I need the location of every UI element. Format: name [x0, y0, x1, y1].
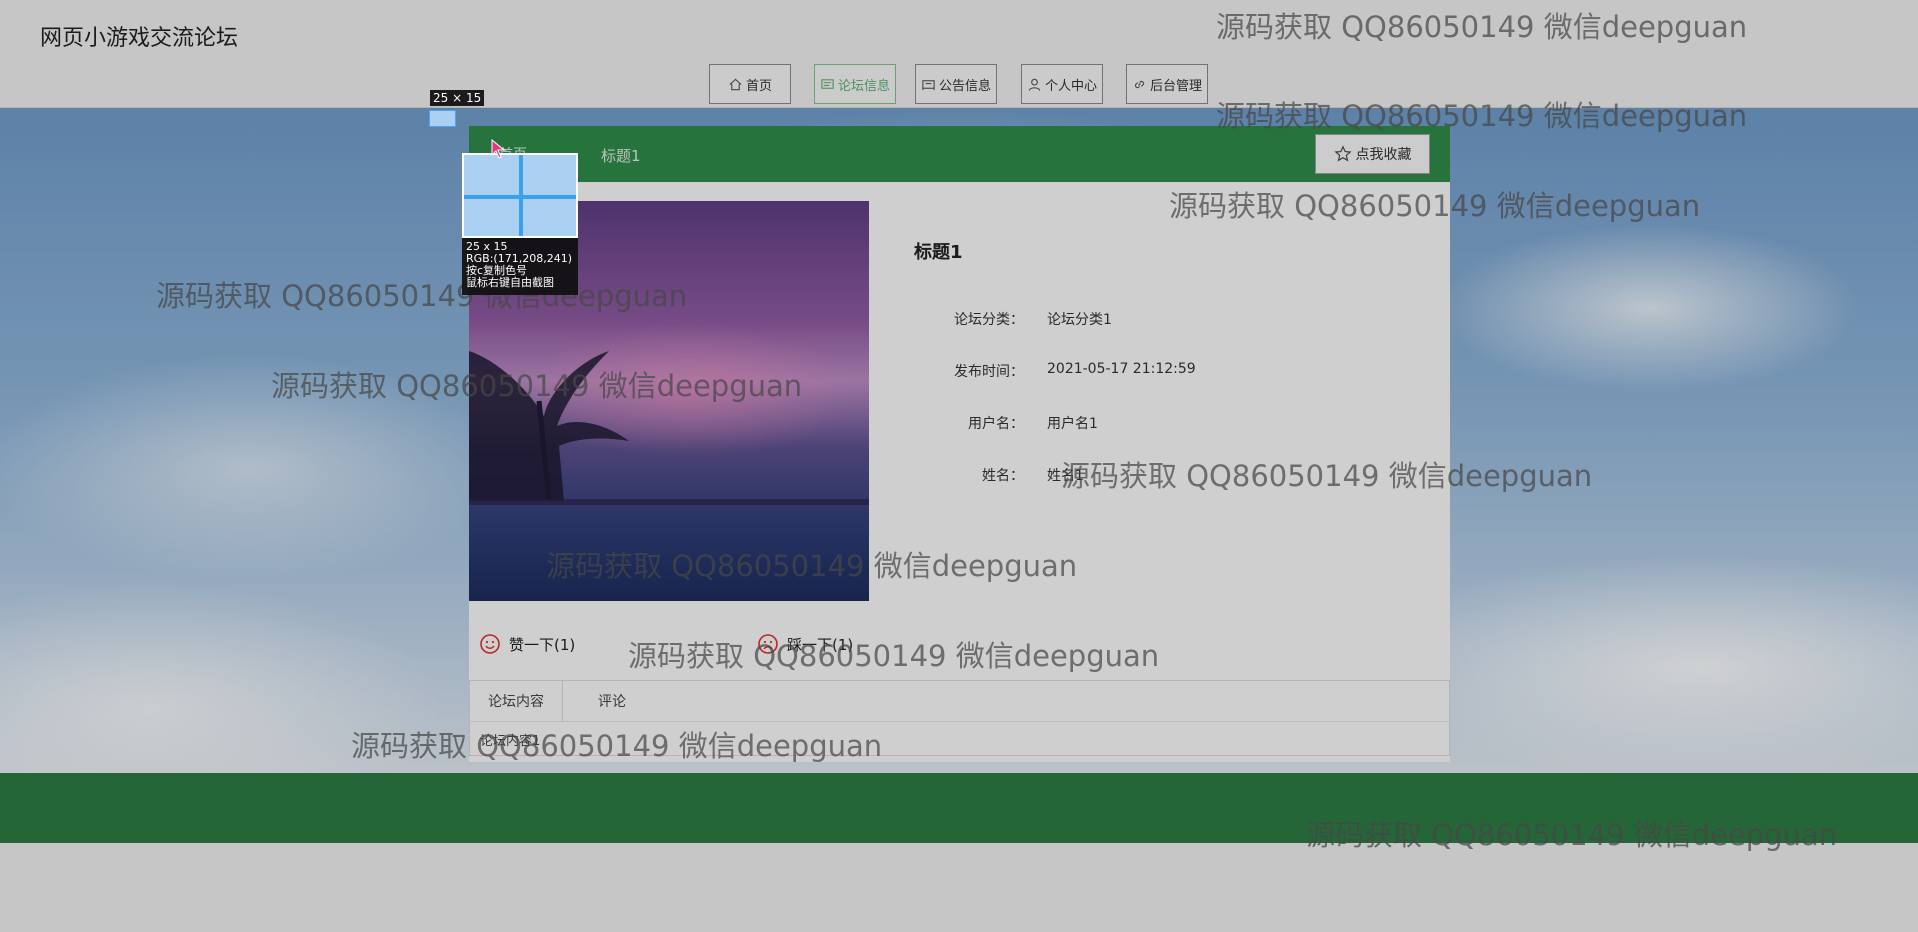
- username-value: 用户名1: [1047, 416, 1098, 432]
- user-icon: [1028, 78, 1041, 91]
- time-label: 发布时间：: [954, 364, 1024, 380]
- tab-panel-text: 论坛内容1: [480, 734, 541, 749]
- info-row-name: 姓名： 姓名1: [914, 465, 1414, 489]
- dislike-label: 踩一下(1): [787, 635, 854, 654]
- main-nav: 首页 论坛信息 公告信息 个人中心 后台管理: [0, 64, 1918, 104]
- nav-admin[interactable]: 后台管理: [1126, 64, 1208, 104]
- nav-profile-label: 个人中心: [1044, 78, 1097, 94]
- star-icon: [1333, 145, 1352, 162]
- notice-icon: [922, 79, 935, 90]
- post-detail-card: 首页 标题1 点我收藏 标题1 论坛分类： 论坛分类1 发布时间： 2021-0…: [469, 126, 1450, 762]
- favorite-label: 点我收藏: [1355, 147, 1412, 163]
- home-icon: [729, 78, 742, 90]
- tab-content[interactable]: 论坛内容: [470, 681, 563, 721]
- selection-box[interactable]: [429, 110, 456, 127]
- nav-forum[interactable]: 论坛信息: [814, 64, 896, 104]
- nav-home[interactable]: 首页: [709, 64, 791, 104]
- category-value: 论坛分类1: [1047, 312, 1112, 328]
- content-tabs: 论坛内容 评论: [469, 680, 1450, 722]
- nav-notice-label: 公告信息: [938, 78, 991, 94]
- mouse-cursor-icon: [491, 139, 505, 159]
- favorite-button[interactable]: 点我收藏: [1315, 134, 1430, 174]
- info-row-category: 论坛分类： 论坛分类1: [914, 309, 1414, 333]
- card-header: 首页 标题1 点我收藏: [469, 126, 1450, 182]
- frown-icon: [758, 634, 778, 654]
- breadcrumb-current: 标题1: [601, 147, 641, 165]
- info-capture-hint: 鼠标右键自由截图: [466, 276, 554, 289]
- time-value: 2021-05-17 21:12:59: [1047, 361, 1196, 377]
- forum-icon: [821, 78, 834, 89]
- like-button[interactable]: 赞一下(1): [479, 631, 575, 657]
- name-label: 姓名：: [982, 468, 1024, 484]
- tab-comments[interactable]: 评论: [580, 681, 644, 721]
- magnifier-info: 25 x 15 RGB:(171,208,241) 按c复制色号 鼠标右键自由截…: [462, 238, 578, 295]
- nav-profile[interactable]: 个人中心: [1021, 64, 1103, 104]
- info-row-username: 用户名： 用户名1: [914, 413, 1414, 437]
- footer-bottom: [0, 843, 1918, 932]
- crosshair-horizontal: [464, 195, 576, 199]
- footer-band: [0, 773, 1918, 843]
- name-value: 姓名1: [1047, 468, 1084, 484]
- smile-icon: [480, 634, 500, 654]
- selection-size-tag: 25 × 15: [430, 90, 485, 106]
- link-icon: [1134, 80, 1145, 88]
- nav-forum-label: 论坛信息: [837, 78, 890, 94]
- tab-panel: 论坛内容1: [469, 722, 1450, 756]
- info-row-time: 发布时间： 2021-05-17 21:12:59: [914, 361, 1414, 385]
- username-label: 用户名：: [968, 416, 1024, 432]
- nav-admin-label: 后台管理: [1149, 78, 1202, 94]
- site-title: 网页小游戏交流论坛: [40, 26, 239, 51]
- category-label: 论坛分类：: [954, 312, 1024, 328]
- nav-home-label: 首页: [745, 78, 772, 94]
- post-title: 标题1: [914, 242, 963, 263]
- dislike-button[interactable]: 踩一下(1): [757, 631, 853, 657]
- magnifier-preview: [462, 153, 578, 238]
- like-label: 赞一下(1): [509, 635, 576, 654]
- site-header: 网页小游戏交流论坛 首页 论坛信息 公告信息 个人中心 后台管理: [0, 0, 1918, 108]
- nav-notice[interactable]: 公告信息: [915, 64, 997, 104]
